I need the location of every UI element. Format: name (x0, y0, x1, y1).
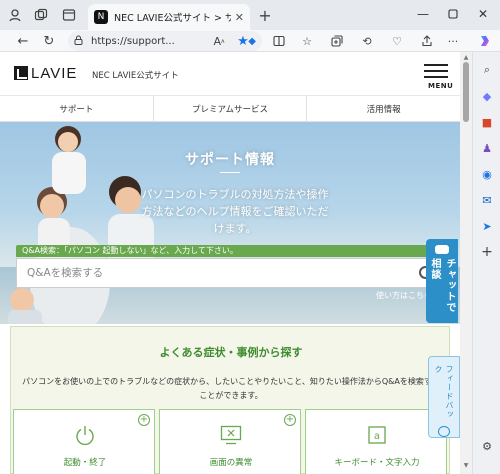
profile-icon[interactable] (6, 6, 24, 24)
category-label: 画面の異常 (209, 458, 253, 468)
qa-search-hint: Q&A検索：「パソコン 起動しない」など、入力して下さい。 (16, 245, 444, 257)
feedback-tab-label: フィードバック (434, 365, 454, 419)
edge-sidebar: ⌕ ◆ ■ ♟ ◉ ✉ ➤ + ⚙ (472, 52, 500, 474)
sidebar-shopping-icon[interactable]: ◆ (479, 88, 495, 104)
sidebar-search-icon[interactable]: ⌕ (479, 62, 495, 78)
maximize-button[interactable] (440, 4, 466, 24)
hamburger-icon-bar (424, 76, 448, 78)
lavie-logo-icon[interactable] (14, 66, 28, 80)
sidebar-drop-icon[interactable]: ➤ (479, 218, 495, 234)
svg-text:a: a (374, 431, 380, 442)
page-viewport: LAVIE NEC LAVIE公式サイト MENU サポート プレミアムサービス… (0, 52, 472, 474)
sidebar-games-icon[interactable]: ♟ (479, 140, 495, 156)
category-label: キーボード・文字入力 (334, 458, 420, 468)
split-screen-icon[interactable] (270, 32, 288, 50)
site-header: LAVIE NEC LAVIE公式サイト MENU (0, 52, 460, 96)
category-card-keyboard-input[interactable]: + a キーボード・文字入力 (305, 409, 447, 474)
hero-title-underline (220, 172, 240, 173)
history-icon[interactable]: ⟲ (358, 32, 376, 50)
tab-close-icon[interactable]: ✕ (235, 11, 244, 24)
qa-search-box (16, 258, 444, 288)
power-icon (76, 426, 94, 446)
back-button[interactable]: ← (14, 32, 32, 50)
browser-essentials-icon[interactable]: ♡ (388, 32, 406, 50)
scrollbar-thumb[interactable] (463, 62, 469, 122)
plus-circle-icon: + (138, 414, 150, 426)
site-name: NEC LAVIE公式サイト (92, 71, 179, 81)
global-nav: サポート プレミアムサービス 活用情報 (0, 96, 460, 122)
close-window-button[interactable]: ✕ (470, 4, 496, 24)
category-label: 起動・終了 (63, 458, 107, 468)
hamburger-icon-bar (424, 70, 448, 72)
faq-title: よくある症状・事例から探す (159, 346, 303, 359)
faq-description: パソコンをお使いの上でのトラブルなどの症状から、したいことやりたいこと、知りたい… (22, 377, 440, 400)
share-icon[interactable] (418, 32, 436, 50)
tab-title: NEC LAVIE公式サイト > サービス＆サポート (114, 13, 231, 24)
new-tab-button[interactable]: + (256, 6, 274, 25)
category-card-startup-shutdown[interactable]: + 起動・終了 (13, 409, 155, 474)
address-bar: ← ↻ https://support... ◆ Aʌ ★ ☆ ⟲ ♡ ··· (0, 30, 500, 52)
minimize-button[interactable]: — (410, 4, 436, 24)
category-card-screen-issue[interactable]: + 画面の異常 (159, 409, 301, 474)
scroll-down-arrow-icon[interactable]: ▼ (462, 462, 470, 469)
howto-label: 使い方はこちら (376, 291, 432, 300)
more-options-icon[interactable]: ··· (444, 32, 462, 50)
hamburger-icon (424, 64, 448, 66)
menu-label[interactable]: MENU (428, 82, 453, 90)
sidebar-settings-icon[interactable]: ⚙ (479, 438, 495, 454)
chat-bubble-icon (435, 245, 449, 254)
hero-description: パソコンのトラブルの対処方法や操作方法などのヘルプ情報をご確認いただけます。 (141, 188, 329, 235)
hero-title: サポート情報 (185, 152, 275, 168)
keyboard-icon: a (368, 426, 386, 444)
scroll-up-arrow-icon[interactable]: ▲ (462, 54, 470, 61)
nec-favicon-icon: N (94, 10, 108, 24)
plus-circle-icon: + (284, 414, 296, 426)
nav-item-premium-service[interactable]: プレミアムサービス (154, 96, 308, 121)
url-field[interactable]: https://support... ◆ (68, 31, 262, 51)
sidebar-add-icon[interactable]: + (479, 244, 495, 260)
refresh-button[interactable]: ↻ (40, 32, 58, 50)
monitor-icon (220, 425, 242, 445)
page-scrollbar[interactable]: ▲ ▼ (460, 52, 472, 474)
nav-item-support[interactable]: サポート (0, 96, 154, 121)
copilot-icon[interactable] (476, 32, 494, 50)
nav-item-usage-info[interactable]: 活用情報 (307, 96, 460, 121)
faq-section: よくある症状・事例から探す パソコンをお使いの上でのトラブルなどの症状から、した… (10, 326, 450, 474)
sidebar-microsoft365-icon[interactable]: ◉ (479, 166, 495, 182)
browser-tab-bar: N NEC LAVIE公式サイト > サービス＆サポート ✕ + — ✕ (0, 0, 500, 30)
workspaces-icon[interactable] (32, 6, 50, 24)
collections-icon[interactable] (328, 32, 346, 50)
favorite-star-icon[interactable]: ★ (234, 32, 252, 50)
favorites-icon[interactable]: ☆ (298, 32, 316, 50)
tab-actions-icon[interactable] (60, 6, 78, 24)
lock-icon (74, 35, 83, 48)
site-logo-text[interactable]: LAVIE (31, 65, 77, 82)
sidebar-outlook-icon[interactable]: ✉ (479, 192, 495, 208)
chat-tab-label: チャットで相談 (429, 257, 455, 313)
read-aloud-icon[interactable]: Aʌ (210, 32, 228, 50)
smile-icon (438, 426, 450, 437)
feedback-tab[interactable]: フィードバック (428, 356, 460, 438)
qa-search-input[interactable] (27, 267, 419, 279)
chat-consult-tab[interactable]: チャットで相談 (426, 239, 458, 323)
browser-tab-active[interactable]: N NEC LAVIE公式サイト > サービス＆サポート ✕ (88, 4, 250, 30)
sidebar-tools-icon[interactable]: ■ (479, 114, 495, 130)
